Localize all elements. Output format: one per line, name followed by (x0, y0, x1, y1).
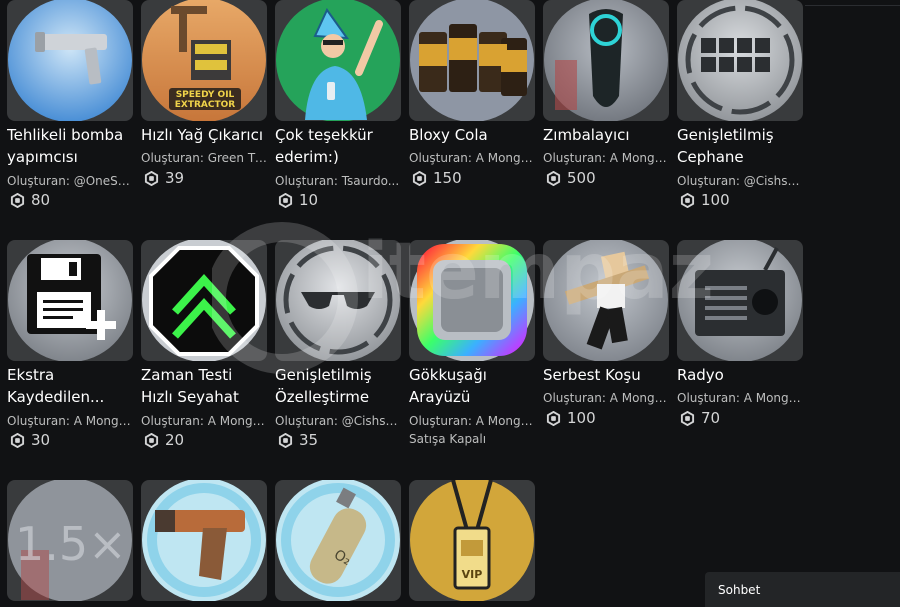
item-creator[interactable]: Oluşturan: @Cishsha... (275, 413, 401, 429)
svg-text:EXTRACTOR: EXTRACTOR (175, 100, 236, 110)
offsale-status: Satışa Kapalı (409, 432, 487, 446)
item-name: Tehlikeli bomba yapımcısı (7, 126, 124, 166)
price-value: 30 (31, 431, 51, 449)
svg-text:VIP: VIP (462, 568, 483, 581)
item-creator[interactable]: Oluşturan: Tsaurdo... (275, 173, 401, 189)
price-value: 35 (299, 431, 319, 449)
chat-label: Sohbet (718, 582, 761, 597)
robux-icon (278, 192, 293, 208)
item-name: Ekstra Kaydedilen... (7, 366, 105, 406)
rainbow-frame-icon (409, 240, 535, 361)
ammo-grid-icon (677, 0, 803, 121)
robux-icon (10, 432, 25, 448)
robux-icon (680, 410, 695, 426)
item-price: 10 (275, 190, 318, 210)
robux-icon (144, 432, 159, 448)
item-price: 70 (677, 408, 720, 428)
item-price: 30 (7, 430, 50, 450)
robux-icon (412, 170, 427, 186)
item-name: Bloxy Cola (409, 126, 488, 144)
item-price: 500 (543, 168, 596, 188)
item-price: 150 (409, 168, 462, 188)
item-creator[interactable]: Oluşturan: A Mongo... (677, 390, 803, 406)
price-value: 500 (567, 169, 596, 187)
robux-icon (546, 410, 561, 426)
price-value: 10 (299, 191, 319, 209)
price-value: 39 (165, 169, 185, 187)
launcher-gun-icon (7, 0, 133, 121)
robux-icon (278, 432, 293, 448)
item-name: Hızlı Yağ Çıkarıcı (141, 126, 264, 144)
running-avatar-icon (543, 240, 669, 361)
item-name: Genişletilmiş Cephane (677, 126, 774, 166)
price-value: 100 (567, 409, 596, 427)
item-price: 80 (7, 190, 50, 210)
robux-icon (10, 192, 25, 208)
item-name: Zaman Testi Hızlı Seyahat (141, 366, 239, 406)
item-price: 35 (275, 430, 318, 450)
oxygen-tank-icon: O₂ (275, 480, 401, 601)
sunglasses-icon (275, 240, 401, 361)
item-creator[interactable]: Oluşturan: @Cishsha... (677, 173, 803, 189)
item-creator[interactable]: Oluşturan: A Mongo... (409, 413, 535, 429)
vip-pass-icon: VIP (409, 480, 535, 601)
item-creator[interactable]: Oluşturan: A Mongo... (409, 150, 535, 166)
price-value: 150 (433, 169, 462, 187)
item-price: 100 (677, 190, 730, 210)
item-creator[interactable]: Oluşturan: A Mongo... (7, 413, 133, 429)
price-value: 70 (701, 409, 721, 427)
flare-gun-icon (141, 480, 267, 601)
chevron-up-badge-icon (141, 240, 267, 361)
wizard-thanks-icon (275, 0, 401, 121)
svg-text:SPEEDY OIL: SPEEDY OIL (176, 90, 235, 100)
speed-1-5x-icon: 1.5× (7, 480, 133, 601)
item-name: Genişletilmiş Özelleştirme (275, 366, 372, 406)
top-divider (805, 5, 900, 6)
item-creator[interactable]: Oluşturan: A Mongo... (543, 150, 669, 166)
price-value: 80 (31, 191, 51, 209)
oil-extractor-icon: SPEEDY OIL EXTRACTOR (141, 0, 267, 121)
price-value: 20 (165, 431, 185, 449)
floppy-plus-icon (7, 240, 133, 361)
item-creator[interactable]: Oluşturan: @OneSky... (7, 173, 133, 189)
robux-icon (546, 170, 561, 186)
bloxy-cola-icon (409, 0, 535, 121)
stapler-icon (543, 0, 669, 121)
price-value: 100 (701, 191, 730, 209)
item-creator[interactable]: Oluşturan: A Mongo... (543, 390, 669, 406)
item-price: 39 (141, 168, 184, 188)
svg-text:1.5×: 1.5× (15, 517, 127, 571)
item-price: 20 (141, 430, 184, 450)
item-name: Serbest Koşu (543, 366, 641, 384)
item-name: Zımbalayıcı (543, 126, 630, 144)
item-creator[interactable]: Oluşturan: A Mongo... (141, 413, 267, 429)
item-creator[interactable]: Oluşturan: Green Tit... (141, 150, 267, 166)
chat-button[interactable]: Sohbet (705, 572, 900, 607)
item-name: Gökkuşağı Arayüzü (409, 366, 487, 406)
item-price: 100 (543, 408, 596, 428)
radio-icon (677, 240, 803, 361)
robux-icon (144, 170, 159, 186)
item-name: Radyo (677, 366, 724, 384)
item-name: Çok teşekkür ederim:) (275, 126, 373, 166)
robux-icon (680, 192, 695, 208)
